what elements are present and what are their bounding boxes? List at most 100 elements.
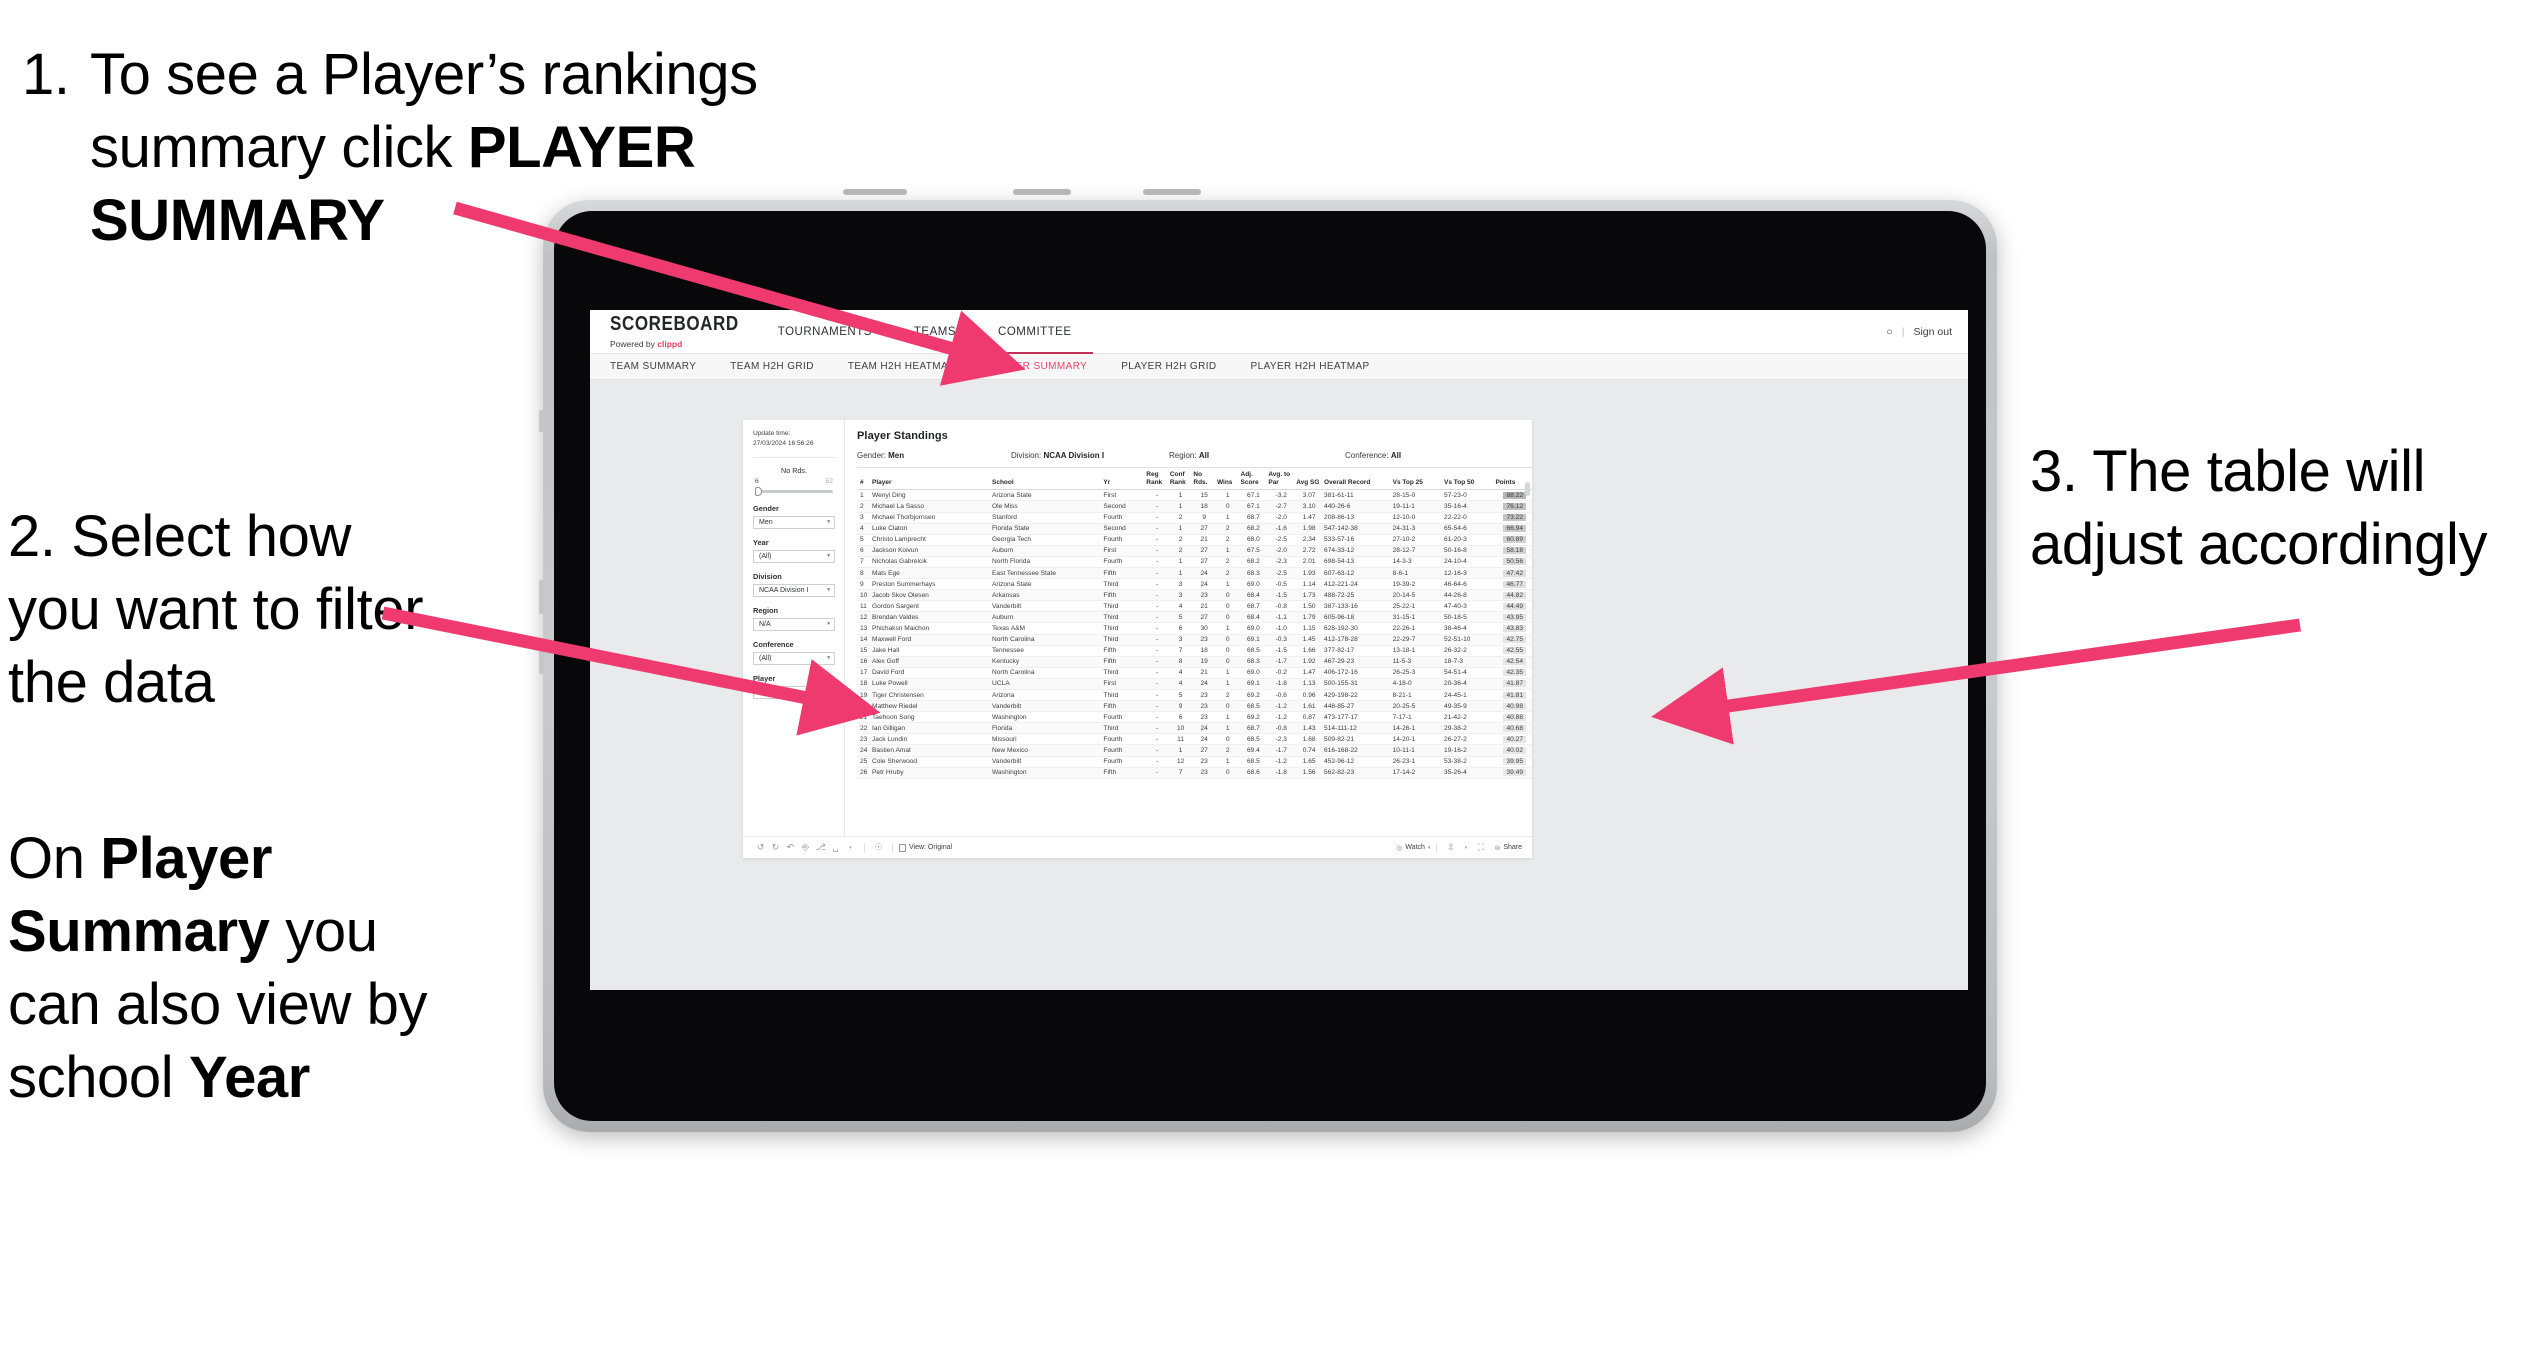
table-vertical-scrollbar[interactable] xyxy=(1525,482,1530,834)
user-avatar-icon[interactable]: ○ xyxy=(1886,326,1892,338)
col-yr[interactable]: Yr xyxy=(1103,466,1147,491)
cell-4: - xyxy=(1146,667,1170,679)
top-nav-committee[interactable]: COMMITTEE xyxy=(977,310,1093,354)
table-row[interactable]: 10 Jacob Skov Olesen Arkansas Fifth -3 23 0 68.… xyxy=(857,589,1532,602)
top-nav-tournaments[interactable]: TOURNAMENTS xyxy=(757,310,893,353)
view-original-button[interactable]: View: Original xyxy=(899,843,952,852)
table-row[interactable]: 12 Brendan Valdes Auburn Third -5 27 0 68.4 -1.1… xyxy=(857,611,1532,624)
col-vs-top-25[interactable]: Vs Top 25 xyxy=(1392,466,1445,491)
cell-1: Jack Lundin xyxy=(872,733,992,746)
top-nav-teams[interactable]: TEAMS xyxy=(893,310,977,353)
cell-7: 1 xyxy=(1216,622,1241,635)
table-row[interactable]: 3 Michael Thorbjornsen Stanford Fourth -2 9 1 6… xyxy=(857,512,1532,524)
points-value: 50.56 xyxy=(1503,558,1526,566)
table-row[interactable]: 25 Cole Sherwood Vanderbilt Fourth -12 23 1 68.… xyxy=(857,756,1532,768)
table-row[interactable]: 20 Matthew Riedel Vanderbilt Fifth -9 23 0 68.5… xyxy=(857,700,1532,713)
table-row[interactable]: 13 Phichaksn Maichon Texas A&M Third -6 30 1 69… xyxy=(857,622,1532,635)
cell-13: 53-38-2 xyxy=(1444,756,1496,768)
col-conf-rank[interactable]: Conf Rank xyxy=(1169,466,1194,491)
revert-icon[interactable]: ↶ xyxy=(783,842,798,853)
col-wins[interactable]: Wins xyxy=(1216,466,1241,491)
filter-conference-select[interactable]: (All) ▾ xyxy=(753,651,835,665)
col-no-rds[interactable]: No Rds. xyxy=(1193,466,1217,491)
table-row[interactable]: 8 Mats Ege East Tennessee State Fifth -1 24 2 6… xyxy=(857,567,1532,580)
table-row[interactable]: 26 Petr Hruby Washington Fifth -7 23 0 68.6 -1.8… xyxy=(857,767,1532,779)
table-row[interactable]: 21 Taehoon Song Washington Fourth -6 23 1 69.2-… xyxy=(857,711,1532,724)
filter-division-select[interactable]: NCAA Division I ▾ xyxy=(753,583,835,597)
tablet-side-button-2 xyxy=(539,580,544,614)
tab-player-h2h-heatmap[interactable]: PLAYER H2H HEATMAP xyxy=(1251,361,1387,372)
table-row[interactable]: 19 Tiger Christensen Arizona Third -5 23 2 69.2… xyxy=(857,689,1532,702)
tab-team-h2h-grid-label: TEAM H2H GRID xyxy=(730,361,814,372)
tab-team-summary[interactable]: TEAM SUMMARY xyxy=(610,361,713,372)
tab-player-h2h-grid[interactable]: PLAYER H2H GRID xyxy=(1121,361,1233,372)
watch-button[interactable]: ◎ Watch ▾ xyxy=(1396,844,1430,852)
col-vs-top-50[interactable]: Vs Top 50 xyxy=(1444,466,1496,491)
filter-region-select[interactable]: N/A ▾ xyxy=(753,617,835,631)
table-scrollbar-thumb[interactable] xyxy=(1525,482,1530,496)
filter-gender-select[interactable]: Men ▾ xyxy=(753,515,835,529)
cell-0: 13 xyxy=(857,622,872,635)
col-reg-rank[interactable]: Reg Rank xyxy=(1146,466,1170,491)
share-button[interactable]: ⊜ Share xyxy=(1494,844,1522,852)
cell-3: Fifth xyxy=(1103,656,1147,668)
tab-player-summary[interactable]: PLAYER SUMMARY xyxy=(989,361,1104,372)
tab-team-h2h-heatmap[interactable]: TEAM H2H HEATMAP xyxy=(848,361,972,372)
cell-10: 1.15 xyxy=(1296,622,1325,635)
help-icon[interactable]: ☉ xyxy=(871,842,886,853)
col-avg-sg[interactable]: Avg SG xyxy=(1296,466,1325,491)
table-row[interactable]: 14 Maxwell Ford North Carolina Third -3 23 0 69… xyxy=(857,634,1532,646)
table-row[interactable]: 6 Jackson Koivun Auburn First -2 27 1 67.5 -2.0 2… xyxy=(857,545,1532,557)
table-row[interactable]: 16 Alex Goff Kentucky Fifth -8 19 0 68.3 -1.7 1.9… xyxy=(857,656,1532,668)
alert-icon[interactable]: ␣ xyxy=(828,842,843,853)
chevron-down-icon[interactable]: ▾ xyxy=(843,845,858,851)
no-rounds-slider[interactable]: No Rds. 6 52 xyxy=(753,466,835,497)
table-row[interactable]: 2 Michael La Sasso Ole Miss Second -1 18 0 67.1… xyxy=(857,500,1532,513)
download-icon[interactable]: ⇳ xyxy=(1443,842,1458,853)
table-row[interactable]: 7 Nicholas Gabrelcik North Florida Fourth -1… xyxy=(857,556,1532,568)
cell-2: Kentucky xyxy=(992,656,1104,668)
tab-team-h2h-heatmap-label: TEAM H2H HEATMAP xyxy=(847,361,956,372)
summary-region-label: Region: xyxy=(1169,451,1197,460)
cell-3: Fourth xyxy=(1103,512,1147,524)
brand-logo[interactable]: SCOREBOARD Powered by clippd xyxy=(590,310,757,353)
table-row[interactable]: 23 Jack Lundin Missouri Fourth -11 24 0 68.5 -2.… xyxy=(857,733,1532,746)
redo-icon[interactable]: ↻ xyxy=(768,842,783,853)
fullscreen-icon[interactable]: ⛶ xyxy=(1473,842,1488,853)
col-player[interactable]: Player xyxy=(872,466,992,491)
cell-2: Arizona State xyxy=(992,489,1104,502)
table-row[interactable]: 17 David Ford North Carolina Third -4 21 1 69.0… xyxy=(857,667,1532,679)
cell-13: 24-10-4 xyxy=(1444,556,1496,568)
filter-year-select[interactable]: (All) ▾ xyxy=(753,549,835,563)
col-overall-rec[interactable]: Overall Record xyxy=(1324,466,1393,491)
undo-icon[interactable]: ↺ xyxy=(753,842,768,853)
table-row[interactable]: 15 Jake Hall Tennessee Fifth -7 18 0 68.5 -1.5 1.… xyxy=(857,645,1532,657)
cell-10: 0.74 xyxy=(1296,744,1325,757)
no-rounds-slider-track[interactable] xyxy=(755,487,833,497)
pause-icon[interactable]: ⎇ xyxy=(813,842,828,853)
table-row[interactable]: 22 Ian Gilligan Florida Third -10 24 1 68.7 -0.8… xyxy=(857,722,1532,735)
table-row[interactable]: 4 Luke Claton Florida State Second -1 27 2 68.2… xyxy=(857,523,1532,535)
table-row[interactable]: 1 Wenyi Ding Arizona State First -1 15 1 67.1 -3… xyxy=(857,489,1532,502)
table-row[interactable]: 5 Christo Lamprecht Georgia Tech Fourth -2 21… xyxy=(857,534,1532,546)
table-row[interactable]: 11 Gordon Sargent Vanderbilt Third -4 21 0 68.7… xyxy=(857,600,1532,613)
tab-team-h2h-grid[interactable]: TEAM H2H GRID xyxy=(730,361,831,372)
col-avg-to-par[interactable]: Avg. to Par xyxy=(1268,466,1297,491)
cell-0: 20 xyxy=(857,700,872,713)
cell-9: -1.1 xyxy=(1268,611,1297,624)
filter-player-select[interactable]: (All) ▾ xyxy=(753,685,835,699)
col-rank[interactable]: # xyxy=(857,466,872,491)
table-row[interactable]: 24 Bastien Amat New Mexico Fourth -1 27 2 69.4-… xyxy=(857,744,1532,757)
filter-division: Division NCAA Division I ▾ xyxy=(753,572,835,597)
chevron-down-icon: ▾ xyxy=(827,689,830,696)
table-row[interactable]: 18 Luke Powell UCLA First -4 24 1 69.1 -1.8 1.13 5… xyxy=(857,678,1532,691)
refresh-icon[interactable]: ⎆ xyxy=(798,842,813,853)
cell-9: -1.2 xyxy=(1268,700,1297,713)
col-adj-score[interactable]: Adj. Score xyxy=(1240,466,1269,491)
table-row[interactable]: 9 Preston Summerhays Arizona State Third -3 2… xyxy=(857,578,1532,591)
col-school[interactable]: School xyxy=(992,466,1104,491)
chevron-down-icon[interactable]: ▾ xyxy=(1458,845,1473,851)
sign-out-link[interactable]: Sign out xyxy=(1913,326,1952,338)
no-rounds-slider-thumb[interactable] xyxy=(755,487,762,497)
cell-1: Nicholas Gabrelcik xyxy=(872,556,992,568)
